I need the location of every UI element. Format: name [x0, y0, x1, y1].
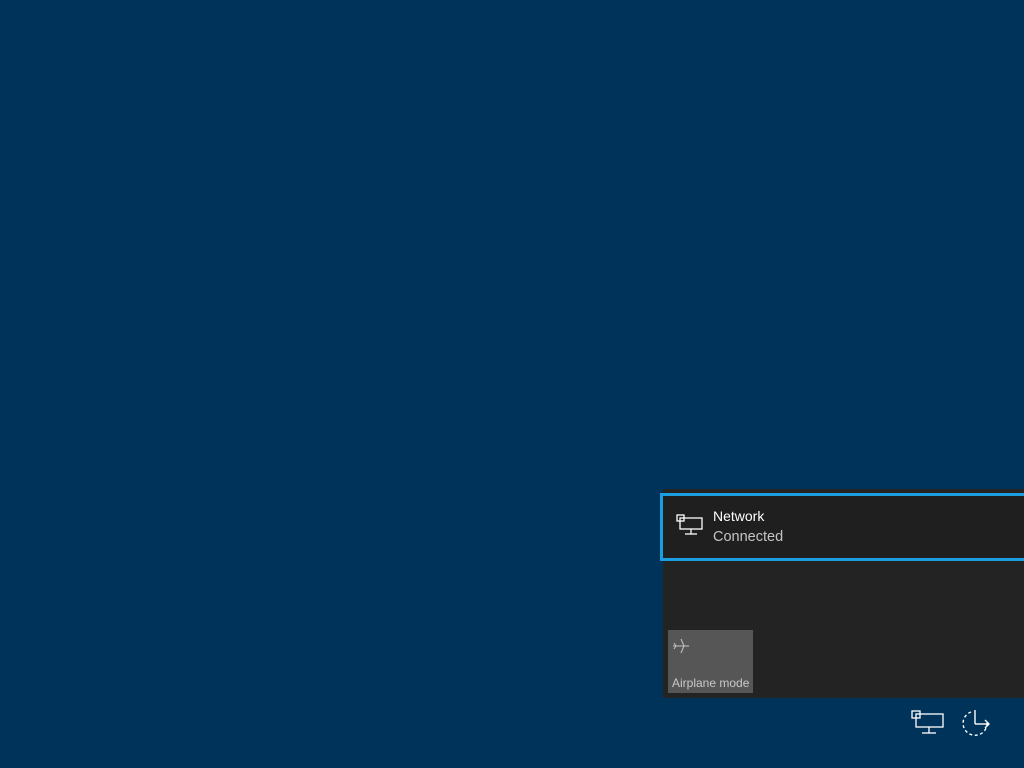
network-status: Connected: [713, 529, 784, 545]
network-connection-item[interactable]: Network Connected: [660, 493, 1024, 561]
power-options-icon[interactable]: [959, 707, 993, 739]
airplane-mode-tile[interactable]: Airplane mode: [668, 630, 753, 693]
network-flyout: Network Connected Airplane mode: [660, 489, 1024, 698]
network-name: Network: [713, 508, 765, 524]
network-tray-icon[interactable]: [911, 709, 945, 737]
desktop-background: Network Connected Airplane mode: [0, 0, 1024, 768]
airplane-mode-label: Airplane mode: [672, 676, 750, 690]
wired-network-icon: [676, 513, 704, 537]
airplane-icon: [671, 636, 691, 656]
